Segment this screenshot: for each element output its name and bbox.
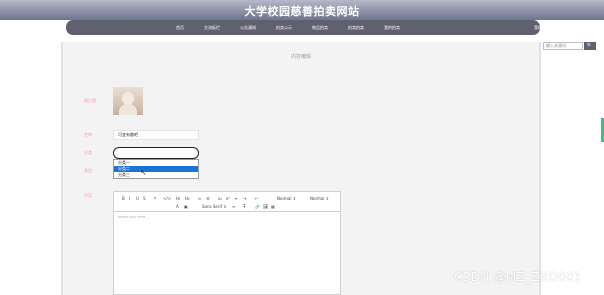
nav-item-home[interactable]: 首页	[176, 25, 184, 31]
site-title: 大学校园慈善拍卖网站	[244, 5, 360, 18]
superscript-button[interactable]: x²	[226, 196, 230, 201]
subscript-button[interactable]: x₂	[218, 196, 222, 201]
watermark: CSDN @MZ_ZXD001	[454, 270, 582, 284]
h2-button[interactable]: H₂	[185, 196, 190, 201]
underline-button[interactable]: U	[136, 196, 139, 201]
image-body	[119, 104, 137, 115]
search-input[interactable]: 输入关键词	[543, 42, 583, 50]
quote-button[interactable]: ❝	[154, 196, 156, 201]
content-label: 内容	[84, 193, 92, 198]
align-button[interactable]: ≡	[232, 204, 235, 209]
app-root: 大学校园慈善拍卖网站 首页 交流板栏 公告通知 拍卖公示 物品拍卖 拍卖拍卖 我…	[0, 0, 604, 295]
table-icon[interactable]: ▦	[271, 204, 275, 209]
link-icon[interactable]: 🔗	[255, 204, 260, 209]
font-select[interactable]: Sans Serif ⇕	[202, 204, 227, 209]
search-button[interactable]: 🔍	[584, 42, 596, 50]
nav-item-auction[interactable]: 拍卖拍卖	[348, 25, 364, 31]
nav-item-notice[interactable]: 公告通知	[240, 25, 256, 31]
text-color-button[interactable]: A	[176, 204, 179, 209]
search-icon: 🔍	[586, 43, 594, 49]
name-label: 名称	[84, 132, 92, 137]
site-banner: 大学校园慈善拍卖网站	[0, 0, 604, 20]
name-input[interactable]: 可变有趣吧	[113, 130, 199, 140]
bold-button[interactable]: B	[122, 196, 125, 201]
type-label: 类型	[84, 168, 92, 173]
pointer-cursor-icon: ↖	[140, 168, 147, 177]
category-label: 分类	[84, 150, 92, 155]
category-option-3[interactable]: 分类三	[114, 172, 198, 178]
category-dropdown: 分类一 分类二 分类三	[113, 159, 199, 179]
bullet-list-button[interactable]: ☰	[206, 196, 210, 201]
image-label: 图片图	[84, 98, 96, 103]
rich-text-editor[interactable]: B I U S ❝ </> H₁ H₂ ≡ ☰ x₂ x² ⇤ ⇥ ↵ Norm…	[113, 191, 341, 295]
background-color-button[interactable]: ▣	[184, 204, 188, 209]
editor-toolbar: B I U S ❝ </> H₁ H₂ ≡ ☰ x₂ x² ⇤ ⇥ ↵ Norm…	[114, 192, 340, 212]
strike-button[interactable]: S	[143, 196, 146, 201]
main-nav	[0, 20, 604, 38]
clean-button[interactable]: T̶	[243, 204, 245, 209]
nav-item-auction-public[interactable]: 拍卖公示	[276, 25, 292, 31]
nav-bar	[66, 20, 540, 35]
item-image[interactable]	[113, 87, 143, 115]
editor-placeholder: Insert text here ...	[118, 215, 150, 219]
nav-item-item-auction[interactable]: 物品拍卖	[312, 25, 328, 31]
ordered-list-button[interactable]: ≡	[198, 196, 201, 201]
code-button[interactable]: </>	[163, 196, 171, 201]
category-select[interactable]	[113, 147, 199, 159]
page-title: 内容编辑	[290, 54, 311, 60]
h1-button[interactable]: H₁	[176, 196, 181, 201]
nav-user-menu[interactable]: 我的 ⌄	[534, 25, 547, 31]
nav-item-my-auction[interactable]: 我的拍卖	[384, 25, 400, 31]
nav-item-forum[interactable]: 交流板栏	[204, 25, 220, 31]
size-select[interactable]: Normal ⇕	[277, 196, 296, 201]
header-select[interactable]: Normal ⇕	[310, 196, 329, 201]
italic-button[interactable]: I	[129, 196, 130, 201]
outdent-button[interactable]: ⇤	[235, 196, 238, 201]
direction-button[interactable]: ↵	[255, 196, 258, 201]
image-icon[interactable]: 🖼	[263, 204, 268, 209]
indent-button[interactable]: ⇥	[243, 196, 246, 201]
